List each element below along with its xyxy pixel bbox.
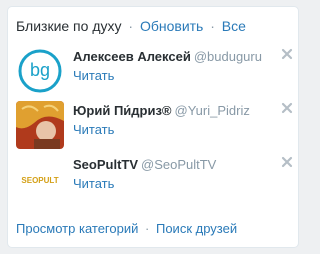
who-to-follow-module: Близкие по духу · Обновить · Все bg Алек… — [7, 6, 299, 248]
browse-categories-link[interactable]: Просмотр категорий — [16, 221, 138, 236]
suggestion-item: SEOPULT SeoPultTV @SeoPultTV Читать — [14, 155, 294, 209]
avatar[interactable]: SEOPULT — [16, 155, 64, 203]
user-handle[interactable]: @SeoPultTV — [141, 157, 216, 172]
suggestion-item: Юрий Пи́дриз® @Yuri_Pidriz Читать — [14, 101, 294, 155]
follow-button[interactable]: Читать — [73, 122, 114, 138]
close-icon[interactable] — [280, 155, 294, 169]
close-icon[interactable] — [280, 47, 294, 61]
close-icon[interactable] — [280, 101, 294, 115]
refresh-link[interactable]: Обновить — [140, 18, 203, 34]
suggestion-item: bg Алексеев Алексей @buduguru Читать — [14, 47, 294, 101]
module-title: Близкие по духу — [16, 18, 122, 34]
user-name[interactable]: Алексеев Алексей — [73, 49, 191, 64]
find-friends-link[interactable]: Поиск друзей — [156, 221, 237, 236]
user-handle[interactable]: @buduguru — [194, 49, 262, 64]
header-separator: · — [210, 18, 215, 34]
follow-button[interactable]: Читать — [73, 68, 114, 84]
module-header: Близкие по духу · Обновить · Все — [16, 17, 246, 35]
user-name[interactable]: SeoPultTV — [73, 157, 138, 172]
avatar[interactable] — [16, 101, 64, 149]
footer-separator: · — [145, 221, 150, 236]
follow-button[interactable]: Читать — [73, 176, 114, 192]
view-all-link[interactable]: Все — [222, 18, 246, 34]
user-identity: SeoPultTV @SeoPultTV — [73, 157, 216, 173]
user-identity: Юрий Пи́дриз® @Yuri_Pidriz — [73, 103, 250, 119]
avatar-logo-text: SEOPULT — [21, 176, 58, 185]
user-name[interactable]: Юрий Пи́дриз® — [73, 103, 172, 118]
avatar[interactable]: bg — [16, 47, 64, 95]
user-handle[interactable]: @Yuri_Pidriz — [175, 103, 250, 118]
module-footer: Просмотр категорий · Поиск друзей — [16, 221, 237, 237]
avatar-logo-text: bg — [30, 60, 50, 80]
header-separator: · — [128, 18, 134, 34]
user-identity: Алексеев Алексей @buduguru — [73, 49, 262, 65]
